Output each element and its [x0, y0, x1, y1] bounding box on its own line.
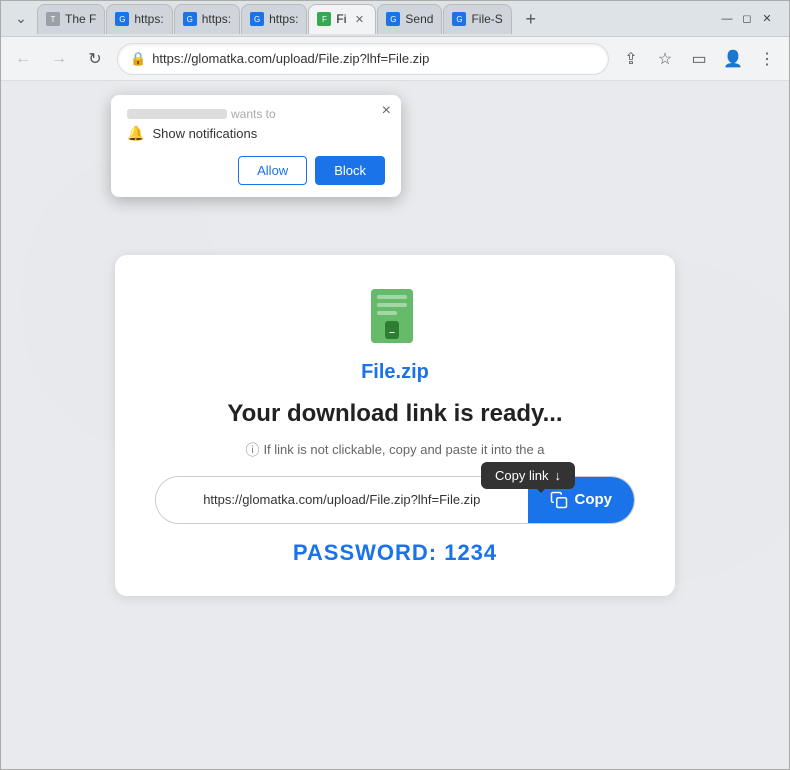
address-bar-row: ← → ↻ 🔒 https://glomatka.com/upload/File… — [1, 37, 789, 81]
info-text: ⓘ If link is not clickable, copy and pas… — [155, 440, 635, 460]
share-icon[interactable]: ⇪ — [617, 45, 645, 73]
tab-7-favicon: G — [452, 12, 466, 26]
tab-4-favicon: G — [250, 12, 264, 26]
block-button[interactable]: Block — [315, 156, 385, 185]
copy-icon — [550, 491, 568, 509]
close-button[interactable]: ✕ — [759, 11, 775, 27]
new-tab-button[interactable]: + — [517, 6, 545, 34]
link-url-text: https://glomatka.com/upload/File.zip?lhf… — [156, 492, 528, 507]
reload-button[interactable]: ↻ — [81, 45, 109, 73]
tab-1-title: The F — [65, 12, 96, 26]
copy-link-tooltip-text: Copy link — [495, 468, 548, 483]
title-bar: ⌄ T The F G https: G https: G https: — [1, 1, 789, 37]
link-row-container: Copy link ↓ https://glomatka.com/upload/… — [155, 476, 635, 524]
tab-5-close[interactable]: ✕ — [351, 11, 367, 27]
svg-text:–: – — [389, 327, 395, 338]
browser-window: ⌄ T The F G https: G https: G https: — [0, 0, 790, 770]
tab-2-title: https: — [134, 12, 163, 26]
info-text-content: If link is not clickable, copy and paste… — [263, 442, 544, 457]
tab-1-favicon: T — [46, 12, 60, 26]
tab-3-favicon: G — [183, 12, 197, 26]
lock-icon: 🔒 — [130, 51, 146, 67]
bell-icon: 🔔 — [127, 125, 144, 142]
main-card: – File.zip Your download link is ready..… — [115, 255, 675, 596]
tabs-bar: T The F G https: G https: G https: F Fi — [37, 4, 715, 34]
tab-2-favicon: G — [115, 12, 129, 26]
copy-link-arrow: ↓ — [555, 468, 562, 483]
tab-6-title: Send — [405, 12, 433, 26]
tab-2[interactable]: G https: — [106, 4, 172, 34]
address-text: https://glomatka.com/upload/File.zip?lhf… — [152, 51, 596, 66]
popup-buttons: Allow Block — [127, 156, 385, 185]
address-bar[interactable]: 🔒 https://glomatka.com/upload/File.zip?l… — [117, 43, 609, 75]
download-heading: Your download link is ready... — [155, 400, 635, 428]
tab-5-title: Fi — [336, 12, 346, 26]
tabs-chevron[interactable]: ⌄ — [9, 5, 33, 33]
info-icon: ⓘ — [245, 440, 259, 460]
tab-3[interactable]: G https: — [174, 4, 240, 34]
popup-wants-text: wants to — [231, 107, 276, 121]
tab-6[interactable]: G Send — [377, 4, 442, 34]
maximize-button[interactable]: ◻ — [739, 11, 755, 27]
tab-search-icon[interactable]: ▭ — [685, 45, 713, 73]
popup-site: wants to — [127, 107, 385, 121]
tab-7[interactable]: G File-S — [443, 4, 511, 34]
file-zip-icon: – — [363, 285, 427, 349]
notification-popup: × wants to 🔔 Show notifications Allow Bl… — [111, 95, 401, 197]
file-title: File.zip — [155, 361, 635, 384]
tab-7-title: File-S — [471, 12, 502, 26]
window-controls: — ◻ ✕ — [719, 11, 775, 27]
profile-icon[interactable]: 👤 — [719, 45, 747, 73]
tab-4-title: https: — [269, 12, 298, 26]
bookmark-icon[interactable]: ☆ — [651, 45, 679, 73]
forward-button[interactable]: → — [45, 45, 73, 73]
permission-label: Show notifications — [152, 126, 257, 141]
tab-5[interactable]: F Fi ✕ — [308, 4, 376, 34]
popup-close-button[interactable]: × — [382, 103, 391, 119]
password-text: PASSWORD: 1234 — [155, 540, 635, 566]
site-url-blurred — [127, 109, 227, 119]
copy-button-label: Copy — [575, 491, 613, 508]
tab-4[interactable]: G https: — [241, 4, 307, 34]
back-button[interactable]: ← — [9, 45, 37, 73]
popup-permission: 🔔 Show notifications — [127, 125, 385, 142]
tab-1[interactable]: T The F — [37, 4, 105, 34]
page-content: OK × wants to 🔔 Show notifications Allow… — [1, 81, 789, 769]
copy-link-tooltip: Copy link ↓ — [481, 462, 575, 489]
tab-3-title: https: — [202, 12, 231, 26]
allow-button[interactable]: Allow — [238, 156, 307, 185]
tab-5-favicon: F — [317, 12, 331, 26]
menu-icon[interactable]: ⋮ — [753, 45, 781, 73]
minimize-button[interactable]: — — [719, 11, 735, 27]
toolbar-icons: ⇪ ☆ ▭ 👤 ⋮ — [617, 45, 781, 73]
tab-6-favicon: G — [386, 12, 400, 26]
